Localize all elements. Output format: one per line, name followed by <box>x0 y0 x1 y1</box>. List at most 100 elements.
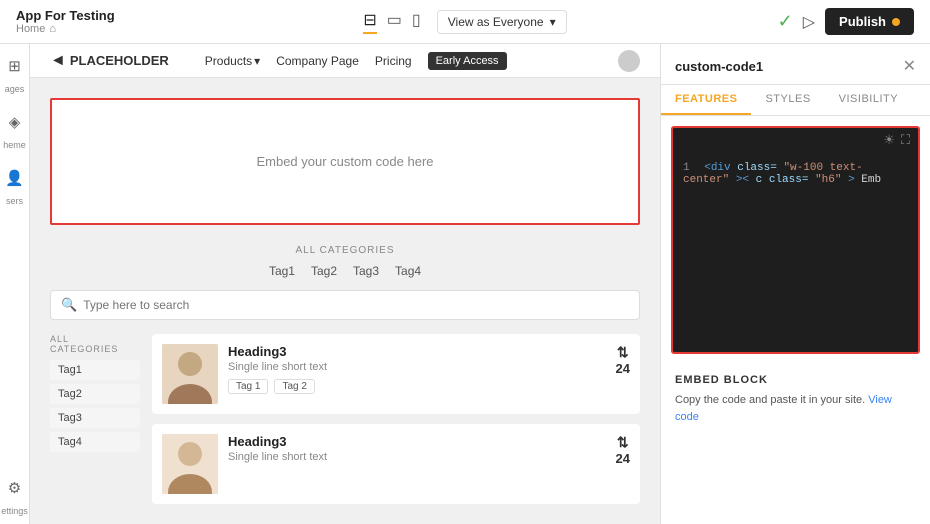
tab-features[interactable]: FEATURES <box>661 85 751 115</box>
publish-label: Publish <box>839 14 886 29</box>
publish-dot <box>892 18 900 26</box>
card-tag-2[interactable]: Tag 2 <box>274 379 314 394</box>
cards-list: Heading3 Single line short text Tag 1 Ta… <box>152 334 640 514</box>
app-title: App For Testing <box>16 8 351 23</box>
two-col-layout: ALL CATEGORIES Tag1 Tag2 Tag3 Tag4 <box>50 334 640 514</box>
top-tags-bar: Tag1 Tag2 Tag3 Tag4 <box>50 264 640 278</box>
nav-company[interactable]: Company Page <box>276 54 359 68</box>
card-count-value-2: 24 <box>616 451 630 466</box>
nav-avatar <box>618 50 640 72</box>
tag-top-3[interactable]: Tag3 <box>353 264 379 278</box>
code-editor[interactable]: 1 <div class= "w-100 text-center" >< c c… <box>673 152 918 352</box>
tablet-icon[interactable]: ▭ <box>387 10 402 34</box>
home-label: Home <box>16 23 45 35</box>
search-input[interactable] <box>83 298 629 312</box>
home-icon: ⌂ <box>49 23 56 35</box>
top-bar: App For Testing Home ⌂ ⊟ ▭ ▯ View as Eve… <box>0 0 930 44</box>
view-as-label: View as Everyone <box>448 15 544 29</box>
embed-desc-text: Copy the code and paste it in your site. <box>675 394 865 406</box>
top-bar-actions: ✓ ▷ Publish <box>579 8 914 35</box>
code-text-emb: Emb <box>861 174 881 186</box>
code-val-h6: "h6" <box>815 174 841 186</box>
pages-label: ages <box>5 84 25 94</box>
sidebar-icon-theme[interactable]: ◈ <box>1 108 29 136</box>
code-attr-class: class= <box>737 162 777 174</box>
panel-tabs: FEATURES STYLES VISIBILITY <box>661 85 930 116</box>
device-icons: ⊟ ▭ ▯ <box>363 10 420 34</box>
desktop-icon[interactable]: ⊟ <box>363 10 376 34</box>
arrow-up-icon-2: ⇅ <box>617 434 629 451</box>
users-label: sers <box>6 196 23 206</box>
code-editor-wrapper: ☀ ⛶ 1 <div class= "w-100 text-center" ><… <box>671 126 920 354</box>
card-info: Heading3 Single line short text Tag 1 Ta… <box>228 344 606 394</box>
nav-early-access[interactable]: Early Access <box>428 52 507 70</box>
panel-title: custom-code1 <box>675 59 763 74</box>
card-heading-2: Heading3 <box>228 434 606 449</box>
embed-placeholder: Embed your custom code here <box>256 154 433 169</box>
cat-tag4[interactable]: Tag4 <box>50 432 140 452</box>
device-controls: ⊟ ▭ ▯ View as Everyone ▾ <box>363 10 566 34</box>
close-button[interactable]: ✕ <box>903 56 916 76</box>
right-panel: custom-code1 ✕ FEATURES STYLES VISIBILIT… <box>660 44 930 524</box>
expand-icon[interactable]: ⛶ <box>901 132 910 148</box>
card-desc: Single line short text <box>228 361 606 373</box>
theme-label: heme <box>3 140 26 150</box>
cat-label: ALL CATEGORIES <box>50 334 140 354</box>
card-count-2: ⇅ 24 <box>616 434 630 466</box>
breadcrumb: Home ⌂ <box>16 23 351 35</box>
main-layout: ⊞ ages ◈ heme 👤 sers ⚙ ettings ◄ PLACEHO… <box>0 44 930 524</box>
card-desc-2: Single line short text <box>228 451 606 463</box>
line-number: 1 <box>683 162 690 174</box>
mobile-icon[interactable]: ▯ <box>412 10 421 34</box>
view-as-dropdown[interactable]: View as Everyone ▾ <box>437 10 567 34</box>
avatar-svg-2 <box>162 434 218 494</box>
tag-top-4[interactable]: Tag4 <box>395 264 421 278</box>
cat-tag3[interactable]: Tag3 <box>50 408 140 428</box>
right-panel-header: custom-code1 ✕ <box>661 44 930 85</box>
all-categories-label: ALL CATEGORIES <box>50 245 640 256</box>
sidebar-icon-pages[interactable]: ⊞ <box>1 52 29 80</box>
canvas-area: ◄ PLACEHOLDER Products ▾ Company Page Pr… <box>30 44 660 524</box>
categories-sidebar: ALL CATEGORIES Tag1 Tag2 Tag3 Tag4 <box>50 334 140 514</box>
card-item: Heading3 Single line short text Tag 1 Ta… <box>152 334 640 414</box>
card-tag-1[interactable]: Tag 1 <box>228 379 268 394</box>
card-heading: Heading3 <box>228 344 606 359</box>
card-count: ⇅ 24 <box>616 344 630 376</box>
chevron-down-icon: ▾ <box>550 15 556 29</box>
left-sidebar: ⊞ ages ◈ heme 👤 sers ⚙ ettings <box>0 44 30 524</box>
logo-text: PLACEHOLDER <box>70 53 169 68</box>
avatar-svg <box>162 344 218 404</box>
play-icon[interactable]: ▷ <box>803 12 815 32</box>
embed-block-title: EMBED BLOCK <box>675 374 916 386</box>
card-info-2: Heading3 Single line short text <box>228 434 606 469</box>
nav-products[interactable]: Products ▾ <box>205 54 260 68</box>
sun-icon[interactable]: ☀ <box>883 132 895 148</box>
preview-logo: ◄ PLACEHOLDER <box>50 52 169 70</box>
card-tags: Tag 1 Tag 2 <box>228 379 606 394</box>
publish-button[interactable]: Publish <box>825 8 914 35</box>
preview-nav: ◄ PLACEHOLDER Products ▾ Company Page Pr… <box>30 44 660 78</box>
code-tag-close: >< <box>736 174 749 186</box>
sidebar-icon-users[interactable]: 👤 <box>1 164 29 192</box>
code-attr-class2: class= <box>769 174 809 186</box>
cat-tag1[interactable]: Tag1 <box>50 360 140 380</box>
code-attr-c: c <box>756 174 769 186</box>
tag-top-2[interactable]: Tag2 <box>311 264 337 278</box>
cat-tag2[interactable]: Tag2 <box>50 384 140 404</box>
code-open-tag: <div <box>704 162 737 174</box>
search-icon: 🔍 <box>61 297 77 313</box>
tab-visibility[interactable]: VISIBILITY <box>825 85 912 115</box>
embed-info: EMBED BLOCK Copy the code and paste it i… <box>661 364 930 435</box>
check-icon[interactable]: ✓ <box>778 11 793 32</box>
logo-arrow-icon: ◄ <box>50 52 66 70</box>
card-item: Heading3 Single line short text ⇅ 24 <box>152 424 640 504</box>
nav-pricing[interactable]: Pricing <box>375 54 412 68</box>
nav-products-label: Products <box>205 54 252 68</box>
content-section: ALL CATEGORIES Tag1 Tag2 Tag3 Tag4 🔍 ALL… <box>30 245 660 524</box>
arrow-up-icon: ⇅ <box>617 344 629 361</box>
tag-top-1[interactable]: Tag1 <box>269 264 295 278</box>
embed-block: Embed your custom code here <box>50 98 640 225</box>
code-tag-gt: > <box>848 174 855 186</box>
tab-styles[interactable]: STYLES <box>751 85 824 115</box>
sidebar-icon-settings[interactable]: ⚙ <box>1 474 29 502</box>
